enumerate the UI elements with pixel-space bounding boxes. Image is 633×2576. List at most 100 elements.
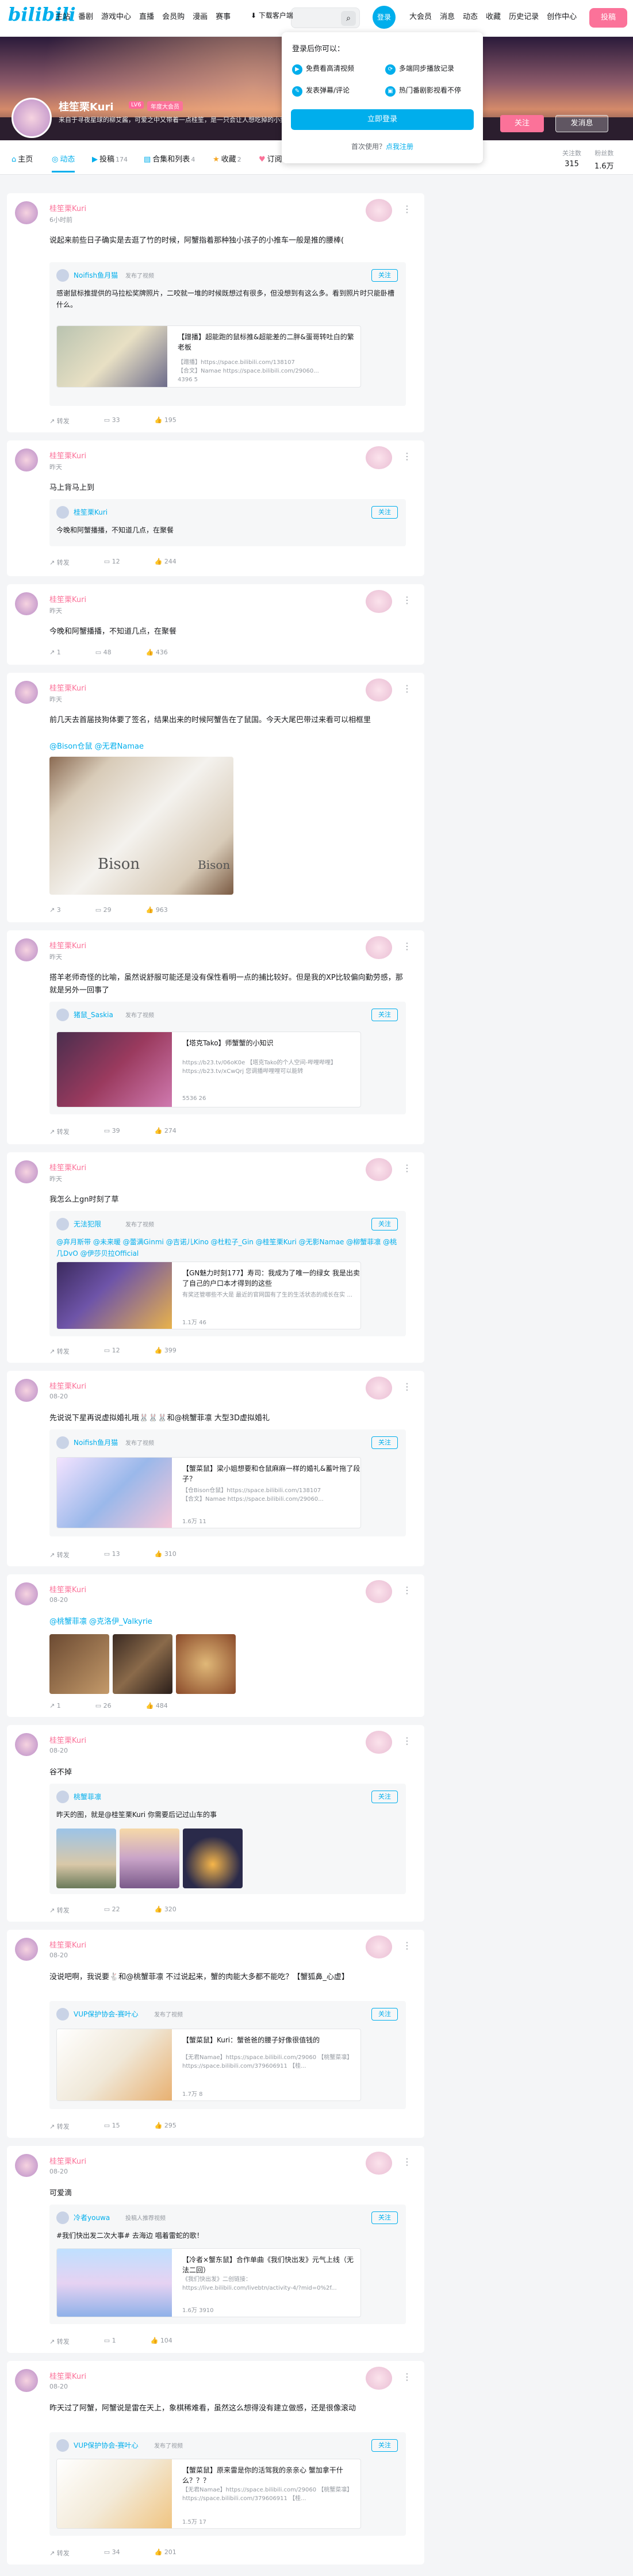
message-button[interactable]: 发消息	[555, 115, 608, 132]
share-button[interactable]: ↗ 转发	[49, 416, 70, 425]
search-icon[interactable]: ⌕	[341, 11, 356, 26]
upload-button[interactable]: 投稿	[589, 8, 627, 28]
more-icon[interactable]: ⋮	[402, 941, 412, 952]
share-button[interactable]: ↗ 转发	[49, 1550, 70, 1559]
forward-author[interactable]: VUP保护协会-赛叶心	[74, 2440, 139, 2450]
forward-follow-button[interactable]: 关注	[371, 1436, 398, 1449]
photo[interactable]	[113, 1634, 172, 1694]
login-avatar-button[interactable]: 登录	[373, 6, 396, 29]
nav-mall[interactable]: 会员购	[162, 10, 185, 21]
photo[interactable]	[49, 1634, 109, 1694]
share-button[interactable]: ↗ 转发	[49, 2337, 70, 2346]
nav-manga[interactable]: 漫画	[193, 10, 208, 21]
login-button[interactable]: 立即登录	[291, 109, 474, 130]
video-card[interactable]: 【GN魅力时刻177】寿司：我成为了唯一的绿女 我是出卖了自己的户口本才得到的这…	[56, 1262, 361, 1329]
photo[interactable]	[176, 1634, 236, 1694]
author-name[interactable]: 桂笙栗Kuri	[49, 1584, 86, 1594]
author-name[interactable]: 桂笙栗Kuri	[49, 593, 86, 604]
forward-avatar[interactable]	[56, 1009, 69, 1021]
like-button[interactable]: 👍 201	[155, 2548, 177, 2558]
forwarded-post[interactable]: Noifish鱼月猫 发布了视频 关注 【蟹菜鼠】梁小姐想要和仓鼠麻麻一样的婚礼…	[49, 1429, 406, 1536]
like-button[interactable]: 👍 399	[155, 1347, 177, 1356]
more-icon[interactable]: ⋮	[402, 2156, 412, 2167]
share-button[interactable]: ↗ 转发	[49, 2548, 70, 2558]
comment-button[interactable]: ▭ 22	[104, 1906, 120, 1915]
tab-dynamic[interactable]: ◎ 动态	[52, 153, 75, 172]
photo[interactable]	[120, 1828, 179, 1888]
nav-message[interactable]: 消息	[440, 10, 455, 21]
share-button[interactable]: ↗ 1	[49, 649, 61, 656]
forward-follow-button[interactable]: 关注	[371, 2211, 398, 2224]
forward-avatar[interactable]	[56, 1791, 69, 1803]
forward-follow-button[interactable]: 关注	[371, 2439, 398, 2452]
more-icon[interactable]: ⋮	[402, 595, 412, 605]
nav-vip[interactable]: 大会员	[409, 10, 432, 21]
share-button[interactable]: ↗ 转发	[49, 1347, 70, 1356]
author-avatar[interactable]	[15, 592, 38, 615]
video-card[interactable]: 【蟹菜鼠】Kuri：蟹爸爸的腰子好像很值钱的 【无君Namae】https://…	[56, 2029, 361, 2101]
tab-collections[interactable]: ▤ 合集和列表 4	[144, 153, 195, 164]
forward-avatar[interactable]	[56, 506, 69, 519]
forward-follow-button[interactable]: 关注	[371, 269, 398, 282]
forward-avatar[interactable]	[56, 269, 69, 282]
photo[interactable]	[183, 1828, 243, 1888]
comment-button[interactable]: ▭ 15	[104, 2122, 120, 2131]
author-avatar[interactable]	[15, 1938, 38, 1961]
like-button[interactable]: 👍 963	[146, 906, 168, 914]
author-name[interactable]: 桂笙栗Kuri	[49, 940, 86, 950]
following-count[interactable]: 关注数 315	[562, 148, 581, 168]
forward-follow-button[interactable]: 关注	[371, 1791, 398, 1803]
forward-follow-button[interactable]: 关注	[371, 1218, 398, 1230]
forward-author[interactable]: 猪鼠_Saskia	[74, 1010, 113, 1019]
download-client-link[interactable]: ⬇ 下载客户端	[251, 10, 293, 20]
author-avatar[interactable]	[15, 448, 38, 471]
follow-button[interactable]: 关注	[500, 115, 544, 132]
nav-creator[interactable]: 创作中心	[547, 10, 577, 21]
forwarded-post[interactable]: VUP保护协会-赛叶心 发布了视频 关注 【蟹菜鼠】Kuri：蟹爸爸的腰子好像很…	[49, 2001, 406, 2109]
forwarded-post[interactable]: 桃蟹菲凛 关注 昨天的图，就是@桂笙栗Kuri 你需要后记过山车的事	[49, 1784, 406, 1894]
share-button[interactable]: ↗ 转发	[49, 1127, 70, 1136]
tab-home[interactable]: ⌂ 主页	[11, 153, 33, 164]
author-avatar[interactable]	[15, 938, 38, 961]
nav-history[interactable]: 历史记录	[509, 10, 539, 21]
share-button[interactable]: ↗ 转发	[49, 2122, 70, 2131]
comment-button[interactable]: ▭ 12	[104, 1347, 120, 1356]
more-icon[interactable]: ⋮	[402, 204, 412, 214]
forward-author[interactable]: 桂笙栗Kuri	[74, 507, 108, 517]
like-button[interactable]: 👍 310	[155, 1550, 177, 1559]
comment-button[interactable]: ▭ 26	[95, 1702, 112, 1709]
author-name[interactable]: 桂笙栗Kuri	[49, 1380, 86, 1391]
forward-author[interactable]: 冷者youwa	[74, 2213, 110, 2222]
more-icon[interactable]: ⋮	[402, 683, 412, 694]
author-avatar[interactable]	[15, 201, 38, 224]
share-button[interactable]: ↗ 转发	[49, 1906, 70, 1915]
forwarded-post[interactable]: Noifish鱼月猫 发布了视频 关注 感谢鼠标推提供的马拉松奖牌照片，二咬就一…	[49, 262, 406, 406]
nav-anime[interactable]: 番剧	[78, 10, 93, 21]
forward-author[interactable]: 无法犯限	[74, 1219, 101, 1229]
tab-subscriptions[interactable]: ♥ 订阅	[259, 153, 282, 164]
more-icon[interactable]: ⋮	[402, 2371, 412, 2382]
forward-avatar[interactable]	[56, 1436, 69, 1449]
video-card[interactable]: 【蹭播】超能跑的鼠标推&超能差的二胖&蛋哥转吐白的繁老板 【蹭播】https:/…	[56, 325, 361, 388]
video-card[interactable]: 【冷者×蟹东鼠】合作单曲《我们快出发》元气上线（无法二回） 《我们快出发》二创链…	[56, 2248, 361, 2317]
author-name[interactable]: 桂笙栗Kuri	[49, 2155, 86, 2166]
fans-count[interactable]: 粉丝数 1.6万	[594, 148, 614, 171]
share-button[interactable]: ↗ 1	[49, 1702, 61, 1709]
user-avatar[interactable]	[11, 98, 52, 138]
photo[interactable]	[56, 1828, 116, 1888]
author-avatar[interactable]	[15, 1582, 38, 1605]
like-button[interactable]: 👍 195	[155, 416, 177, 425]
search-box[interactable]: ⌕	[291, 7, 360, 28]
author-name[interactable]: 桂笙栗Kuri	[49, 1162, 86, 1172]
nav-home[interactable]: 主站	[55, 10, 70, 21]
nav-favorite[interactable]: 收藏	[486, 10, 501, 21]
tab-favorites[interactable]: ★ 收藏 2	[213, 153, 241, 164]
like-button[interactable]: 👍 274	[155, 1127, 177, 1136]
author-avatar[interactable]	[15, 2154, 38, 2177]
author-name[interactable]: 桂笙栗Kuri	[49, 450, 86, 461]
comment-button[interactable]: ▭ 34	[104, 2548, 120, 2558]
author-avatar[interactable]	[15, 1733, 38, 1756]
forward-author[interactable]: Noifish鱼月猫	[74, 270, 118, 280]
more-icon[interactable]: ⋮	[402, 451, 412, 462]
like-button[interactable]: 👍 484	[146, 1702, 168, 1709]
